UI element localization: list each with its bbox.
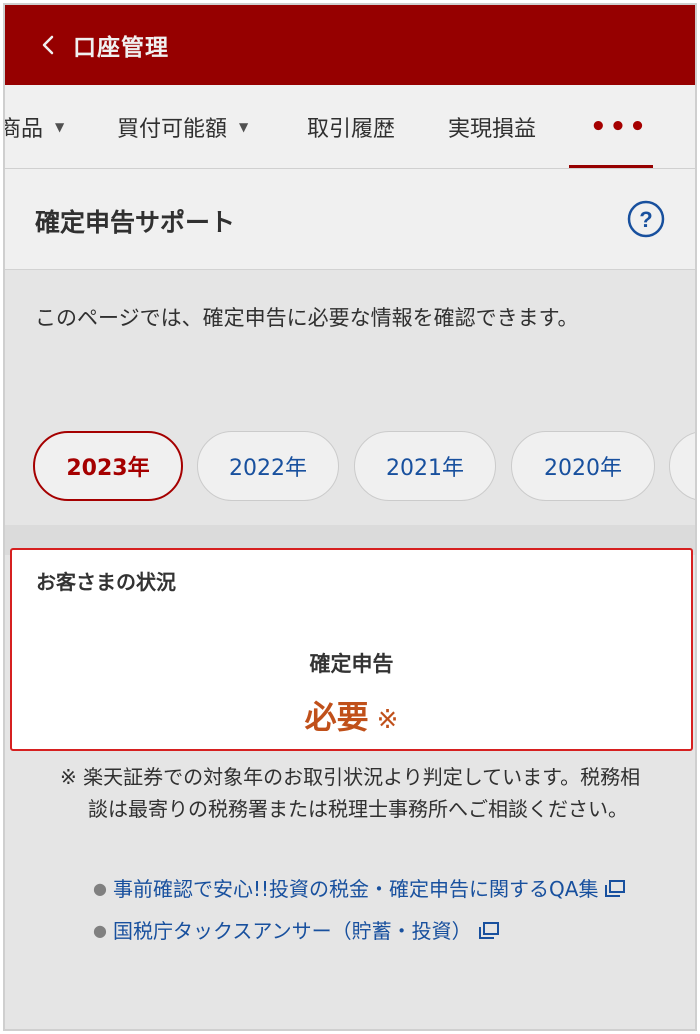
year-pill-2023[interactable]: 2023年 [33, 431, 183, 501]
section-title: 確定申告サポート [35, 208, 236, 237]
disclaimer-note: ※ 楽天証券での対象年のお取引状況より判定しています。税務相談は最寄りの税務署ま… [60, 765, 641, 821]
tab-products[interactable]: 商品 ▼ [5, 85, 65, 168]
year-pill-2021[interactable]: 2021年 [354, 431, 496, 501]
tab-label: 商品 [5, 117, 44, 142]
status-card: お客さまの状況 確定申告 必要 ※ [10, 548, 693, 751]
bullet-icon: ● [93, 921, 107, 940]
year-pill-partial[interactable] [669, 431, 695, 501]
year-pill-2020[interactable]: 2020年 [511, 431, 655, 501]
status-value-row: 必要 ※ [12, 692, 691, 738]
page-title: 口座管理 [73, 35, 169, 61]
chevron-left-icon [42, 35, 54, 55]
external-link-icon [605, 880, 626, 897]
tab-bar: 商品 ▼ 買付可能額 ▼ 取引履歴 実現損益 ••• [5, 85, 695, 169]
status-value: 必要 [304, 698, 369, 736]
more-dots-icon: ••• [590, 112, 649, 142]
tab-label: 実現損益 [448, 117, 537, 142]
caret-down-icon: ▼ [239, 120, 249, 134]
tab-trade-history[interactable]: 取引履歴 [307, 85, 396, 168]
related-links: ● 事前確認で安心!!投資の税金・確定申告に関するQA集 ● 国税庁タックスアン… [93, 873, 653, 957]
note-mark: ※ [376, 705, 399, 735]
link-label: 事前確認で安心!!投資の税金・確定申告に関するQA集 [113, 877, 599, 901]
external-link-icon [478, 922, 499, 939]
status-heading: お客さまの状況 [36, 570, 176, 594]
year-selector: 2023年 2022年 2021年 2020年 [5, 431, 695, 503]
intro-text: このページでは、確定申告に必要な情報を確認できます。 [35, 306, 579, 330]
qa-link[interactable]: 事前確認で安心!!投資の税金・確定申告に関するQA集 [113, 877, 626, 901]
section-header: 確定申告サポート ? [5, 169, 695, 270]
bullet-icon: ● [93, 879, 107, 898]
app-frame: 口座管理 商品 ▼ 買付可能額 ▼ 取引履歴 実現損益 ••• 確定申告サポート… [3, 3, 697, 1031]
help-icon[interactable]: ? [627, 200, 665, 238]
list-item: ● 事前確認で安心!!投資の税金・確定申告に関するQA集 [93, 873, 653, 905]
back-button[interactable]: 口座管理 [5, 5, 169, 85]
link-label: 国税庁タックスアンサー（貯蓄・投資） [113, 919, 472, 943]
app-header: 口座管理 [5, 5, 695, 85]
tax-answer-link[interactable]: 国税庁タックスアンサー（貯蓄・投資） [113, 919, 500, 943]
tab-label: 買付可能額 [117, 117, 228, 142]
tab-more[interactable]: ••• [590, 85, 649, 168]
tab-realized-pl[interactable]: 実現損益 [448, 85, 537, 168]
year-pill-2022[interactable]: 2022年 [197, 431, 339, 501]
caret-down-icon: ▼ [55, 120, 65, 134]
svg-text:?: ? [639, 207, 652, 232]
tab-label: 取引履歴 [307, 117, 396, 142]
tab-buying-power[interactable]: 買付可能額 ▼ [117, 85, 249, 168]
status-label: 確定申告 [309, 652, 394, 676]
active-tab-indicator [569, 165, 653, 168]
list-item: ● 国税庁タックスアンサー（貯蓄・投資） [93, 915, 653, 947]
